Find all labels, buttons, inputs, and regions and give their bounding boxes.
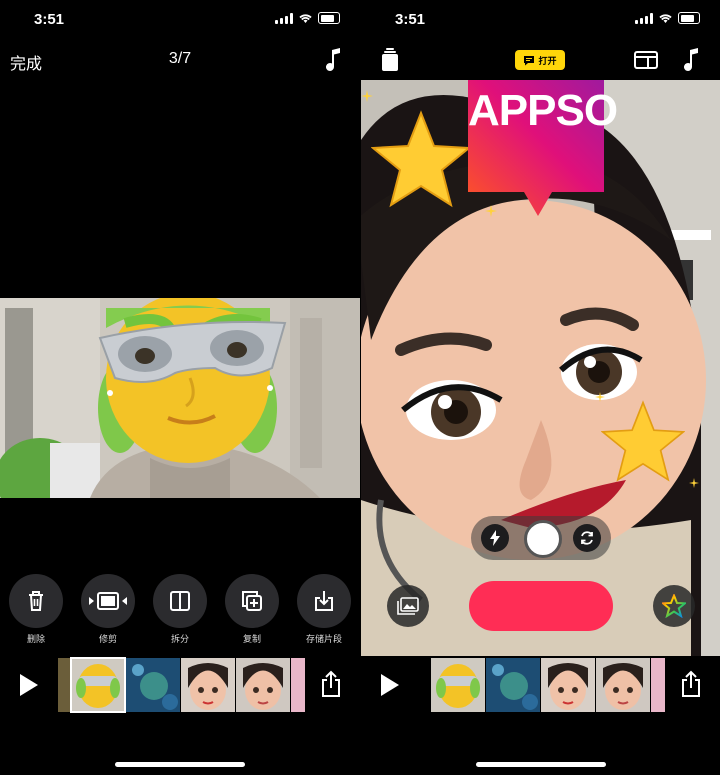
- trim-icon: [89, 592, 127, 610]
- clip-thumbnails: [58, 657, 306, 714]
- camera-header: 打开: [361, 40, 720, 80]
- clip-thumbnails: [431, 658, 666, 714]
- clips-camera-screen: 3:51 打开 APPSO: [361, 0, 720, 775]
- flip-camera-button[interactable]: [573, 524, 601, 552]
- battery-icon: [318, 12, 340, 24]
- save-clip-tool[interactable]: 存储片段: [288, 574, 360, 645]
- selected-clip-preview: [0, 298, 360, 498]
- split-icon: [170, 591, 190, 611]
- star-sticker-icon[interactable]: [371, 110, 471, 210]
- status-bar: 3:51: [0, 0, 360, 40]
- clip-thumbnail[interactable]: [541, 658, 595, 712]
- status-bar: 3:51: [361, 0, 720, 40]
- shutter-button[interactable]: [524, 520, 562, 558]
- clip-thumbnail[interactable]: [596, 658, 650, 712]
- clip-thumbnail[interactable]: [70, 657, 126, 713]
- play-icon[interactable]: [381, 674, 399, 696]
- clip-timeline: [0, 656, 360, 716]
- clip-thumbnail[interactable]: [58, 658, 70, 712]
- share-icon[interactable]: [320, 670, 342, 698]
- trash-icon: [29, 591, 43, 611]
- live-titles-label: 打开: [538, 55, 557, 66]
- home-indicator: [475, 762, 606, 767]
- save-clip-label: 存储片段: [305, 634, 342, 644]
- camera-controls: [471, 516, 611, 560]
- sparkle-icon: [689, 478, 699, 488]
- duplicate-label: 复制: [242, 634, 261, 644]
- clips-editor-screen: 3:51 完成 3/7 删除 修剪 拆分 复制 存储片段: [0, 0, 360, 775]
- play-icon[interactable]: [20, 674, 38, 696]
- effects-button[interactable]: [653, 585, 695, 627]
- duplicate-tool[interactable]: 复制: [216, 574, 288, 645]
- signal-icon: [635, 12, 653, 24]
- delete-tool[interactable]: 删除: [0, 574, 72, 645]
- clip-thumbnail[interactable]: [431, 658, 485, 712]
- aspect-ratio-icon[interactable]: [634, 51, 658, 69]
- flash-icon: [490, 530, 500, 546]
- save-clip-icon: [315, 591, 333, 611]
- flip-camera-icon: [581, 531, 593, 545]
- editing-toolbar: 删除 修剪 拆分 复制 存储片段: [0, 574, 360, 645]
- clip-thumbnail[interactable]: [651, 658, 665, 712]
- record-button[interactable]: [469, 581, 613, 631]
- status-time: 3:51: [395, 11, 426, 28]
- star-sticker-icon[interactable]: [601, 400, 685, 484]
- live-titles-toggle[interactable]: 打开: [515, 50, 565, 70]
- flash-button[interactable]: [481, 524, 509, 552]
- editor-header: 完成 3/7: [0, 40, 360, 80]
- battery-icon: [678, 12, 700, 24]
- clip-thumbnail[interactable]: [126, 658, 180, 712]
- appso-sticker-text: APPSO: [468, 86, 618, 135]
- share-icon[interactable]: [680, 670, 702, 698]
- duplicate-icon: [242, 591, 262, 611]
- clip-counter: 3/7: [168, 50, 192, 67]
- wifi-icon: [299, 13, 312, 23]
- caption-bubble-icon: [524, 55, 535, 65]
- photos-icon: [397, 597, 419, 615]
- clip-thumbnail[interactable]: [486, 658, 540, 712]
- memoji-yellow-clip-image: [0, 298, 360, 498]
- wifi-icon: [659, 13, 672, 23]
- split-label: 拆分: [170, 634, 189, 644]
- trim-tool[interactable]: 修剪: [72, 574, 144, 645]
- clip-timeline: [361, 656, 720, 716]
- sparkle-icon: [361, 90, 373, 102]
- sparkle-icon: [595, 392, 605, 402]
- effects-star-icon: [662, 594, 686, 618]
- music-note-icon[interactable]: [326, 48, 342, 72]
- status-time: 3:51: [34, 11, 65, 28]
- clip-thumbnail[interactable]: [236, 658, 290, 712]
- projects-icon[interactable]: [381, 48, 399, 72]
- split-tool[interactable]: 拆分: [144, 574, 216, 645]
- trim-label: 修剪: [98, 634, 117, 644]
- delete-label: 删除: [26, 634, 45, 644]
- signal-icon: [275, 12, 293, 24]
- clip-thumbnail[interactable]: [181, 658, 235, 712]
- photo-library-button[interactable]: [387, 585, 429, 627]
- home-indicator: [115, 762, 245, 767]
- clip-thumbnail[interactable]: [291, 658, 305, 712]
- music-note-icon[interactable]: [684, 48, 700, 72]
